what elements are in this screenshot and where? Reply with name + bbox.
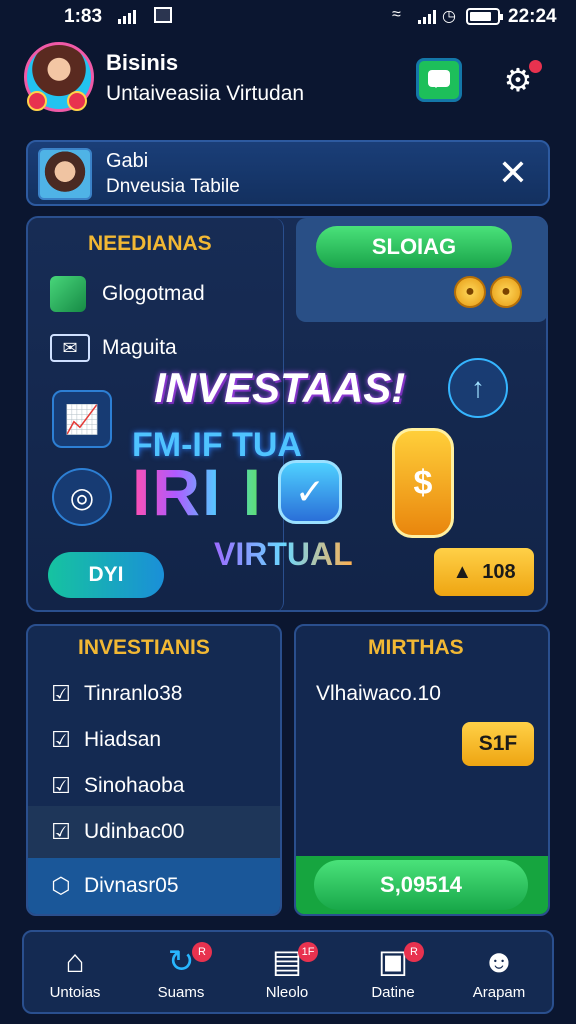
avatar-decoration-icon (27, 91, 47, 111)
status-bar: 1:83 ≈ ◷ 22:24 (0, 0, 576, 34)
coin-icon: ● (490, 276, 522, 308)
nav-label: Suams (157, 984, 205, 1001)
checkbox-icon[interactable]: ☑ (48, 819, 74, 845)
hero-title: INVESTAAS! (154, 364, 406, 411)
menu-item-glogotmad[interactable]: Glogotmad (50, 274, 205, 314)
message-icon (428, 70, 450, 88)
checkbox-icon[interactable]: ☑ (48, 773, 74, 799)
earnings-value: Vlhaiwaco.10 (316, 682, 441, 705)
hero-virtual-text: VIRTUAL (214, 536, 353, 572)
message-button[interactable] (416, 58, 462, 102)
hexagon-icon[interactable]: ⬡ (48, 873, 74, 899)
investments-title: INVESTIANIS (78, 636, 210, 659)
dyi-button[interactable]: DYI (48, 552, 164, 598)
avatar[interactable] (24, 42, 94, 112)
document-icon: ▤ (271, 943, 303, 979)
hero-logo-text: IRI I (132, 455, 264, 529)
nav-item-nleolo[interactable]: ▤ Nleolo 1F (242, 938, 332, 1010)
settings-button[interactable]: ⚙ (500, 60, 542, 98)
list-item-label: Udinbac00 (84, 820, 185, 843)
nav-badge: 1F (298, 942, 318, 962)
nav-item-arapam[interactable]: ☻ Arapam (454, 938, 544, 1010)
camera-icon: ▣ (377, 943, 409, 979)
menu-item-label: Maguita (102, 336, 177, 359)
profile-icon: ☻ (482, 943, 516, 979)
menu-title: NEEDIANAS (88, 232, 212, 255)
notification-dot (529, 60, 542, 73)
sloiag-button[interactable]: SLOIAG (316, 226, 512, 268)
cell-signal-icon (418, 10, 438, 24)
wifi-icon: ≈ (392, 6, 401, 23)
trend-circle-icon: ↑ (448, 358, 508, 418)
notification-banner[interactable]: Gabi Dnveusia Tabile ✕ (26, 140, 550, 206)
page-subtitle: Untaiveasiia Virtudan (106, 82, 305, 105)
dollar-coin-icon: $ (392, 428, 454, 538)
list-item-label: Tinranlo38 (84, 682, 183, 705)
signal-icon (118, 10, 136, 24)
earnings-badge[interactable]: S1F (462, 722, 534, 766)
coin-icon: ● (454, 276, 486, 308)
nav-item-datine[interactable]: ▣ Datine R (348, 938, 438, 1010)
earnings-card: MIRTHAS Vlhaiwaco.10 S1F S,09514 (294, 624, 550, 916)
earnings-button[interactable]: S,09514 (314, 860, 528, 910)
list-item[interactable]: ☑ Tinranlo38 (28, 670, 280, 718)
target-icon[interactable]: ◎ (52, 468, 112, 526)
investments-card: INVESTIANIS ☑ Tinranlo38 ☑ Hiadsan ☑ Sin… (26, 624, 282, 916)
gear-icon: ⚙ (503, 62, 533, 98)
status-time: 1:83 (64, 6, 103, 27)
list-item-label: Hiadsan (84, 728, 162, 751)
nav-item-suams[interactable]: ↻ Suams R (136, 938, 226, 1010)
notification-avatar (38, 148, 92, 200)
checkbox-icon[interactable]: ☑ (48, 681, 74, 707)
notification-name: Gabi (106, 150, 149, 172)
notification-icon (154, 7, 172, 23)
list-item[interactable]: ⬡ Divnasr05 (28, 858, 280, 914)
main-card: NEEDIANAS Glogotmad ✉ Maguita 📈 ◎ SLOIAG… (26, 216, 548, 612)
list-item[interactable]: ☑ Sinohaoba (28, 762, 280, 810)
list-item-label: Sinohaoba (84, 774, 185, 797)
mail-icon: ✉ (50, 334, 90, 362)
status-clock: 22:24 (508, 6, 557, 27)
bottom-nav: ⌂ Untoias ↻ Suams R ▤ Nleolo 1F ▣ Datine… (22, 930, 554, 1014)
list-item-label: Divnasr05 (84, 874, 179, 897)
cube-icon (50, 276, 86, 312)
score-badge[interactable]: ▲ 108 (434, 548, 534, 596)
nav-item-untoias[interactable]: ⌂ Untoias (30, 938, 120, 1010)
page-title: Bisinis (106, 50, 179, 75)
nav-label: Untoias (49, 984, 101, 1001)
score-value: 108 (482, 560, 516, 583)
growth-chart-icon[interactable]: 📈 (52, 390, 112, 448)
nav-badge: R (404, 942, 424, 962)
list-item[interactable]: ☑ Hiadsan (28, 716, 280, 764)
menu-item-label: Glogotmad (102, 282, 205, 305)
menu-item-maguita[interactable]: ✉ Maguita (50, 328, 177, 368)
check-shield-icon: ✓ (278, 460, 342, 524)
alarm-icon: ◷ (442, 8, 456, 25)
checkbox-icon[interactable]: ☑ (48, 727, 74, 753)
nav-label: Datine (371, 984, 415, 1001)
notification-text: Dnveusia Tabile (106, 176, 240, 197)
promo-panel: SLOIAG ● ● (296, 218, 548, 322)
search-refresh-icon: ↻ (167, 943, 195, 979)
close-icon[interactable]: ✕ (492, 152, 534, 194)
nav-label: Nleolo (265, 984, 309, 1001)
list-item[interactable]: ☑ Udinbac00 (28, 806, 280, 858)
earnings-title: MIRTHAS (368, 636, 464, 659)
avatar-decoration-icon (67, 91, 87, 111)
nav-badge: R (192, 942, 212, 962)
battery-icon (466, 8, 503, 25)
earnings-footer: S,09514 (296, 856, 548, 914)
home-icon: ⌂ (65, 943, 85, 979)
nav-label: Arapam (472, 984, 526, 1001)
bell-icon: ▲ (452, 560, 473, 583)
